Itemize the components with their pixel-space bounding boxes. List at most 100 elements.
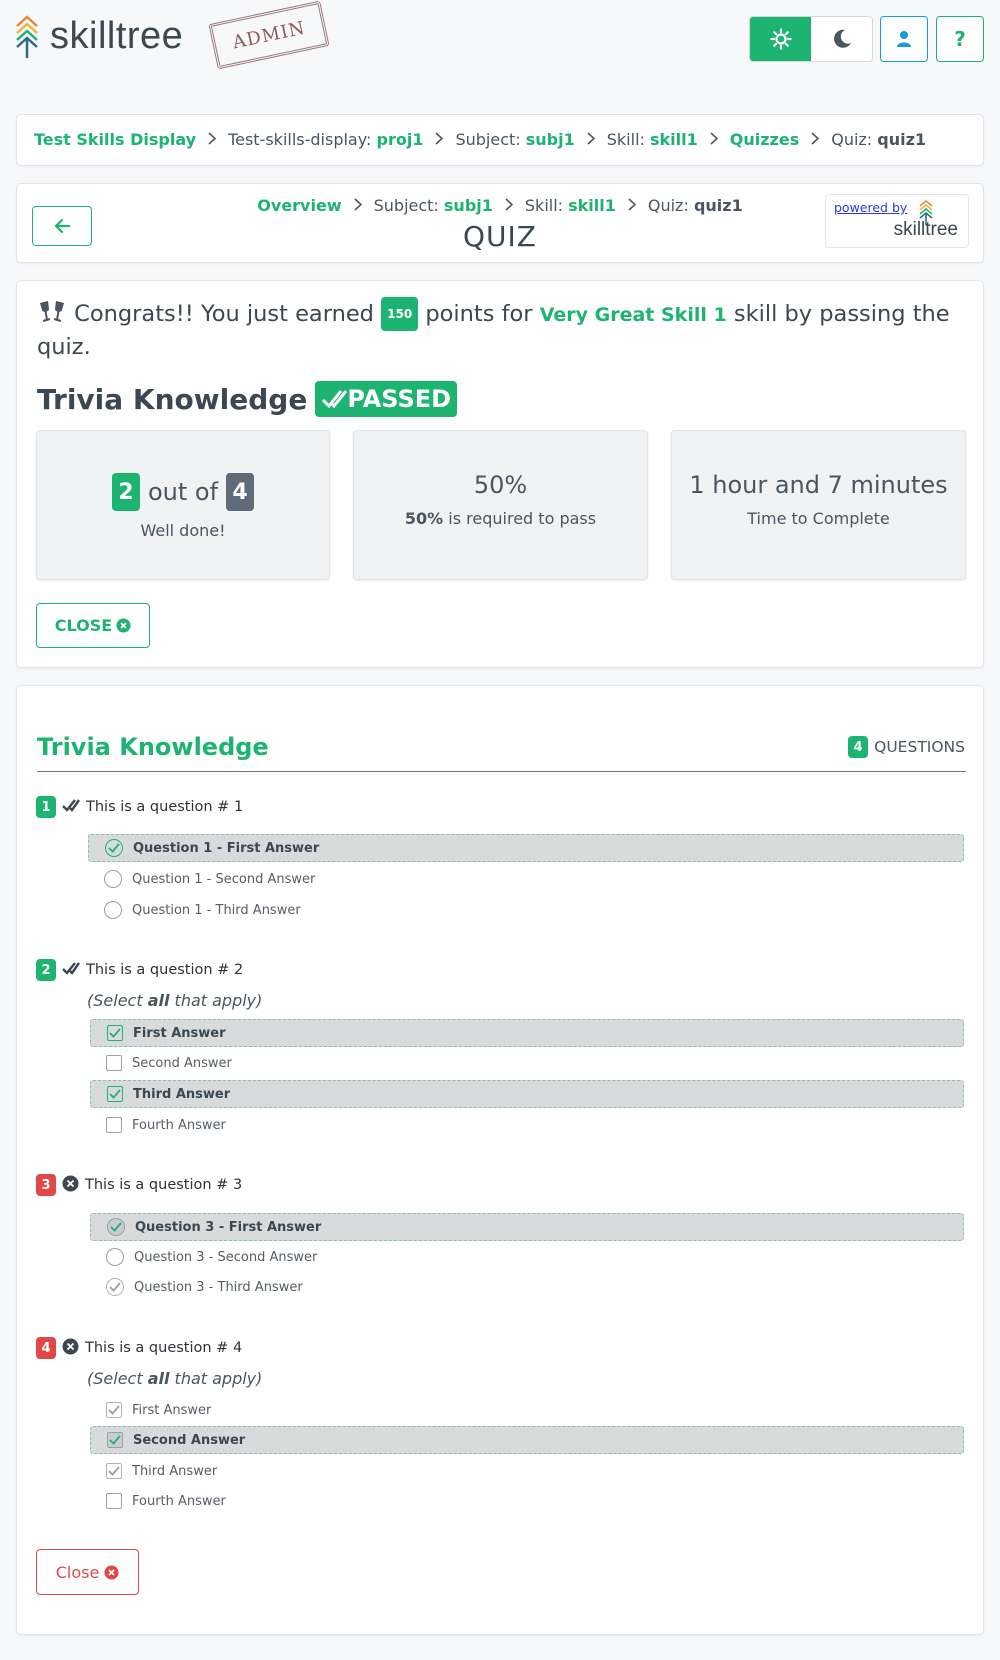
congrats-text-mid: points for	[425, 301, 533, 327]
quiz-breadcrumb-item-value[interactable]: Overview	[257, 196, 341, 215]
powered-by-badge[interactable]: powered by skilltree	[825, 194, 969, 248]
select-all-bold: all	[147, 991, 170, 1010]
checkbox-icon[interactable]	[107, 1025, 123, 1041]
checkbox-icon[interactable]	[107, 1086, 123, 1102]
time-label: Time to Complete	[747, 509, 890, 528]
select-all-post: that apply)	[169, 991, 263, 1010]
chevron-right-icon	[628, 196, 637, 215]
breadcrumb-card: Test Skills Display Test-skills-display: …	[16, 114, 984, 166]
answer-option[interactable]: First Answer	[90, 1396, 964, 1424]
quiz-breadcrumb-item[interactable]: Overview	[257, 196, 341, 215]
radio-icon[interactable]	[104, 870, 122, 888]
theme-toggle[interactable]	[749, 16, 873, 62]
answer-text: First Answer	[132, 1402, 212, 1418]
question-text: This is a question # 3	[85, 1177, 243, 1193]
dark-mode-button[interactable]	[811, 17, 872, 61]
skill-name-link[interactable]: Very Great Skill 1	[540, 304, 727, 326]
answer-option[interactable]: Question 1 - First Answer	[88, 834, 964, 862]
answer-option[interactable]: Question 1 - Second Answer	[88, 865, 964, 893]
answer-option[interactable]: Second Answer	[90, 1426, 964, 1454]
total-count-badge: 4	[226, 473, 255, 511]
user-icon	[897, 31, 911, 47]
breadcrumb-item[interactable]: Test Skills Display	[34, 130, 196, 149]
select-all-hint: (Select all that apply)	[87, 991, 262, 1010]
checkbox-icon[interactable]	[106, 1463, 122, 1479]
title-divider	[37, 771, 966, 772]
answer-text: Third Answer	[133, 1086, 231, 1102]
radio-icon[interactable]	[105, 839, 123, 857]
checkbox-icon[interactable]	[107, 1432, 123, 1448]
breadcrumb-item-prefix: Test-skills-display:	[228, 130, 377, 149]
breadcrumb-item-value: subj1	[525, 130, 575, 149]
answer-option[interactable]: Second Answer	[90, 1049, 964, 1077]
quiz-breadcrumb-item-value: subj1	[443, 196, 493, 215]
breadcrumb-item[interactable]: Quizzes	[730, 130, 799, 149]
double-check-icon	[322, 390, 348, 409]
chevron-right-icon	[208, 130, 217, 149]
chevron-right-icon	[811, 130, 820, 149]
chevron-right-icon	[435, 130, 444, 149]
quiz-breadcrumb-item-prefix: Skill:	[524, 196, 569, 215]
breadcrumb-item-prefix: Subject:	[455, 130, 526, 149]
checkbox-icon[interactable]	[106, 1493, 122, 1509]
answer-text: Question 3 - Third Answer	[134, 1279, 303, 1295]
checkbox-icon[interactable]	[106, 1117, 122, 1133]
close-result-label: CLOSE	[54, 616, 113, 635]
answer-option[interactable]: Third Answer	[90, 1080, 964, 1108]
percent-required-value: 50%	[404, 509, 444, 528]
radio-icon[interactable]	[104, 901, 122, 919]
points-badge: 150	[381, 297, 419, 331]
help-button[interactable]: ?	[936, 16, 984, 62]
close-circle-icon	[62, 1175, 79, 1196]
answer-text: First Answer	[133, 1025, 226, 1041]
light-mode-button[interactable]	[750, 17, 811, 61]
double-check-icon	[62, 797, 80, 817]
answer-text: Second Answer	[133, 1432, 246, 1448]
breadcrumb-item-prefix: Skill:	[606, 130, 650, 149]
select-all-pre: (Select	[87, 1369, 148, 1388]
percent-required-text: is required to pass	[448, 509, 597, 528]
breadcrumb-item-value[interactable]: Test Skills Display	[34, 130, 196, 149]
breadcrumb-item-value[interactable]: Quizzes	[730, 130, 799, 149]
question-header: 3 This is a question # 3	[36, 1174, 242, 1196]
logo-text: skilltree	[50, 14, 184, 57]
close-button[interactable]: Close	[36, 1549, 139, 1595]
score-stat-box: 2 out of 4 Well done!	[36, 430, 330, 580]
answer-option[interactable]: Fourth Answer	[90, 1487, 964, 1515]
radio-icon[interactable]	[106, 1278, 124, 1296]
breadcrumb-item: Quiz: quiz1	[831, 130, 926, 149]
answer-option[interactable]: Question 3 - First Answer	[90, 1213, 964, 1241]
powered-by-link[interactable]: powered by	[834, 200, 907, 215]
answer-text: Fourth Answer	[132, 1117, 226, 1133]
answer-option[interactable]: Question 3 - Third Answer	[90, 1273, 964, 1301]
radio-icon[interactable]	[107, 1218, 125, 1236]
breadcrumb-item-value: quiz1	[877, 130, 927, 149]
checkbox-icon[interactable]	[106, 1402, 122, 1418]
question-header: 1 This is a question # 1	[36, 796, 243, 818]
radio-icon[interactable]	[106, 1248, 124, 1266]
answer-option[interactable]: Question 3 - Second Answer	[90, 1243, 964, 1271]
questions-title-text: Trivia Knowledge	[37, 733, 269, 761]
close-result-button[interactable]: CLOSE	[36, 603, 150, 648]
answer-option[interactable]: Third Answer	[90, 1457, 964, 1485]
score-message: Well done!	[140, 521, 226, 540]
breadcrumb-item: Subject: subj1	[455, 130, 574, 149]
answer-option[interactable]: Fourth Answer	[90, 1111, 964, 1139]
skilltree-logo[interactable]: skilltree	[14, 14, 183, 58]
close-circle-icon	[62, 1338, 79, 1359]
question-count: 4 QUESTIONS	[848, 736, 965, 758]
congrats-text-start: Congrats!! You just earned	[74, 301, 374, 327]
passed-label: PASSED	[347, 385, 452, 413]
answer-text: Question 1 - First Answer	[133, 840, 320, 856]
answer-option[interactable]: First Answer	[90, 1019, 964, 1047]
close-button-label: Close	[55, 1562, 100, 1582]
answer-option[interactable]: Question 1 - Third Answer	[88, 896, 964, 924]
answer-text: Question 1 - Second Answer	[132, 871, 316, 887]
user-button[interactable]	[880, 16, 928, 62]
quiz-breadcrumb-item-value: quiz1	[693, 196, 743, 215]
question-number-badge: 2	[36, 959, 56, 981]
chevron-right-icon	[505, 196, 514, 215]
quiz-breadcrumb-item: Skill: skill1	[525, 196, 616, 215]
checkbox-icon[interactable]	[106, 1055, 122, 1071]
chevron-right-icon	[710, 130, 718, 149]
